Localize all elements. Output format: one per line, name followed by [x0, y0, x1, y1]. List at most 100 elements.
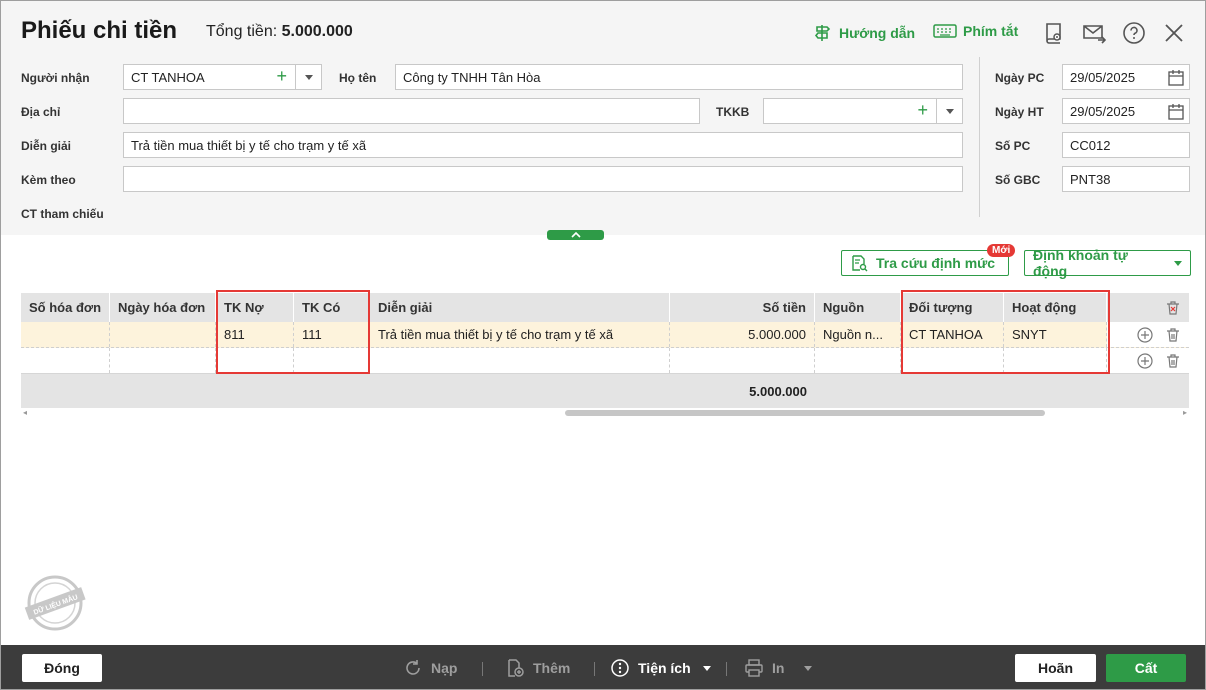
cell-invoice-no[interactable]	[21, 348, 110, 373]
cell-source[interactable]	[815, 348, 901, 373]
ht-date-field[interactable]: 29/05/2025	[1062, 98, 1190, 124]
printer-icon	[745, 659, 763, 677]
col-source[interactable]: Nguồn	[815, 293, 901, 322]
pc-no-field[interactable]: CC012	[1062, 132, 1190, 158]
recipient-field[interactable]: CT TANHOA +	[123, 64, 322, 90]
tkkb-dropdown-button[interactable]	[936, 99, 962, 123]
row-actions	[1107, 322, 1189, 347]
chevron-down-icon	[804, 665, 813, 671]
cell-description[interactable]	[370, 348, 670, 373]
description-field[interactable]: Trả tiền mua thiết bị y tế cho trạm y tế…	[123, 132, 963, 158]
book-view-icon[interactable]	[1042, 21, 1066, 45]
gbc-no-field[interactable]: PNT38	[1062, 166, 1190, 192]
save-button[interactable]: Cất	[1106, 654, 1186, 682]
fullname-value: Công ty TNHH Tân Hòa	[403, 70, 541, 85]
shortcuts-link[interactable]: Phím tắt	[933, 23, 1018, 39]
sample-data-stamp: DỮ LIỆU MẪU	[23, 571, 87, 635]
add-row-icon[interactable]	[1137, 352, 1153, 369]
vertical-divider	[979, 57, 980, 217]
add-tkkb-icon[interactable]: +	[917, 101, 928, 119]
total-amount: Tổng tiền: 5.000.000	[206, 23, 353, 41]
cell-invoice-date[interactable]	[110, 322, 216, 347]
col-invoice-no[interactable]: Số hóa đơn	[21, 293, 110, 322]
attach-label: Kèm theo	[21, 173, 76, 187]
address-field[interactable]	[123, 98, 700, 124]
footer-separator	[482, 662, 483, 676]
page-title: Phiếu chi tiền	[21, 17, 178, 44]
delete-all-icon	[1167, 300, 1179, 315]
total-value: 5.000.000	[281, 23, 353, 40]
pc-date-field[interactable]: 29/05/2025	[1062, 64, 1190, 90]
pc-date-value: 29/05/2025	[1070, 70, 1136, 85]
gbc-no-value: PNT38	[1070, 172, 1111, 187]
address-label: Địa chỉ	[21, 105, 61, 119]
delete-all-rows-button[interactable]	[1107, 293, 1189, 322]
recipient-dropdown-button[interactable]	[295, 65, 321, 89]
chevron-down-icon	[945, 108, 954, 114]
fullname-label: Họ tên	[339, 71, 377, 85]
form-header-area: Phiếu chi tiền Tổng tiền: 5.000.000 Hướn…	[1, 1, 1205, 235]
pc-no-value: CC012	[1070, 138, 1111, 153]
cell-amount[interactable]: 5.000.000	[670, 322, 815, 347]
col-amount[interactable]: Số tiền	[670, 293, 815, 322]
close-icon[interactable]	[1162, 21, 1186, 45]
document-search-icon	[852, 255, 868, 272]
auto-account-label: Định khoản tự động	[1033, 247, 1128, 279]
reload-button[interactable]: Nạp	[403, 658, 457, 678]
collapse-header-button[interactable]	[547, 230, 604, 240]
row-actions	[1107, 348, 1189, 373]
add-button[interactable]: Thêm	[505, 658, 570, 678]
guide-link[interactable]: Hướng dẫn	[813, 23, 915, 43]
tkkb-field[interactable]: +	[763, 98, 963, 124]
utilities-dropdown[interactable]: Tiện ích	[610, 658, 711, 678]
delete-row-icon[interactable]	[1165, 327, 1181, 343]
add-row-icon[interactable]	[1137, 326, 1153, 343]
fullname-field[interactable]: Công ty TNHH Tân Hòa	[395, 64, 963, 90]
description-label: Diễn giải	[21, 139, 72, 153]
highlight-account-columns	[216, 290, 370, 374]
cell-invoice-date[interactable]	[110, 348, 216, 373]
cell-amount[interactable]	[670, 348, 815, 373]
scroll-left-icon[interactable]: ◂	[23, 408, 27, 417]
shortcuts-label: Phím tắt	[963, 23, 1019, 39]
help-icon[interactable]	[1122, 21, 1146, 45]
email-send-icon[interactable]	[1082, 21, 1106, 45]
close-button[interactable]: Đóng	[22, 654, 102, 682]
delete-row-icon[interactable]	[1165, 353, 1181, 369]
auto-account-dropdown[interactable]: Định khoản tự động	[1024, 247, 1191, 279]
highlight-object-activity-columns	[901, 290, 1110, 374]
guide-label: Hướng dẫn	[839, 25, 916, 41]
col-description[interactable]: Diễn giải	[370, 293, 670, 322]
cell-invoice-no[interactable]	[21, 322, 110, 347]
cell-description[interactable]: Trả tiền mua thiết bị y tế cho trạm y tế…	[370, 322, 670, 347]
utilities-label: Tiện ích	[638, 660, 691, 676]
add-document-icon	[508, 659, 524, 677]
print-label: In	[772, 660, 785, 676]
recipient-value: CT TANHOA	[131, 70, 205, 85]
add-recipient-icon[interactable]: +	[276, 67, 287, 85]
cancel-button[interactable]: Hoãn	[1015, 654, 1096, 682]
chevron-down-icon	[702, 665, 711, 671]
lookup-norm-button[interactable]: Tra cứu định mức	[841, 250, 1009, 276]
chevron-up-icon	[570, 231, 581, 238]
lookup-norm-label: Tra cứu định mức	[876, 255, 996, 271]
calendar-icon[interactable]	[1167, 69, 1185, 87]
calendar-icon[interactable]	[1167, 103, 1185, 121]
scroll-right-icon[interactable]: ▸	[1183, 408, 1187, 417]
cell-source[interactable]: Nguồn n...	[815, 322, 901, 347]
ht-date-label: Ngày HT	[995, 105, 1044, 119]
col-invoice-date[interactable]: Ngày hóa đơn	[110, 293, 216, 322]
gbc-no-label: Số GBC	[995, 173, 1041, 187]
ht-date-value: 29/05/2025	[1070, 104, 1136, 119]
attach-field[interactable]	[123, 166, 963, 192]
sample-data-stamp-icon: DỮ LIỆU MẪU	[24, 575, 86, 631]
print-dropdown[interactable]: In	[744, 658, 813, 678]
pc-no-label: Số PC	[995, 139, 1031, 153]
footer-toolbar: Đóng Nạp Thêm Tiện ích In Hoãn Cất	[1, 645, 1205, 689]
scrollbar-thumb[interactable]	[565, 410, 1045, 416]
horizontal-scrollbar[interactable]: ◂ ▸	[21, 408, 1189, 418]
reference-label[interactable]: CT tham chiếu	[21, 207, 104, 221]
recipient-label: Người nhận	[21, 71, 90, 85]
footer-separator	[594, 662, 595, 676]
pc-date-label: Ngày PC	[995, 71, 1045, 85]
